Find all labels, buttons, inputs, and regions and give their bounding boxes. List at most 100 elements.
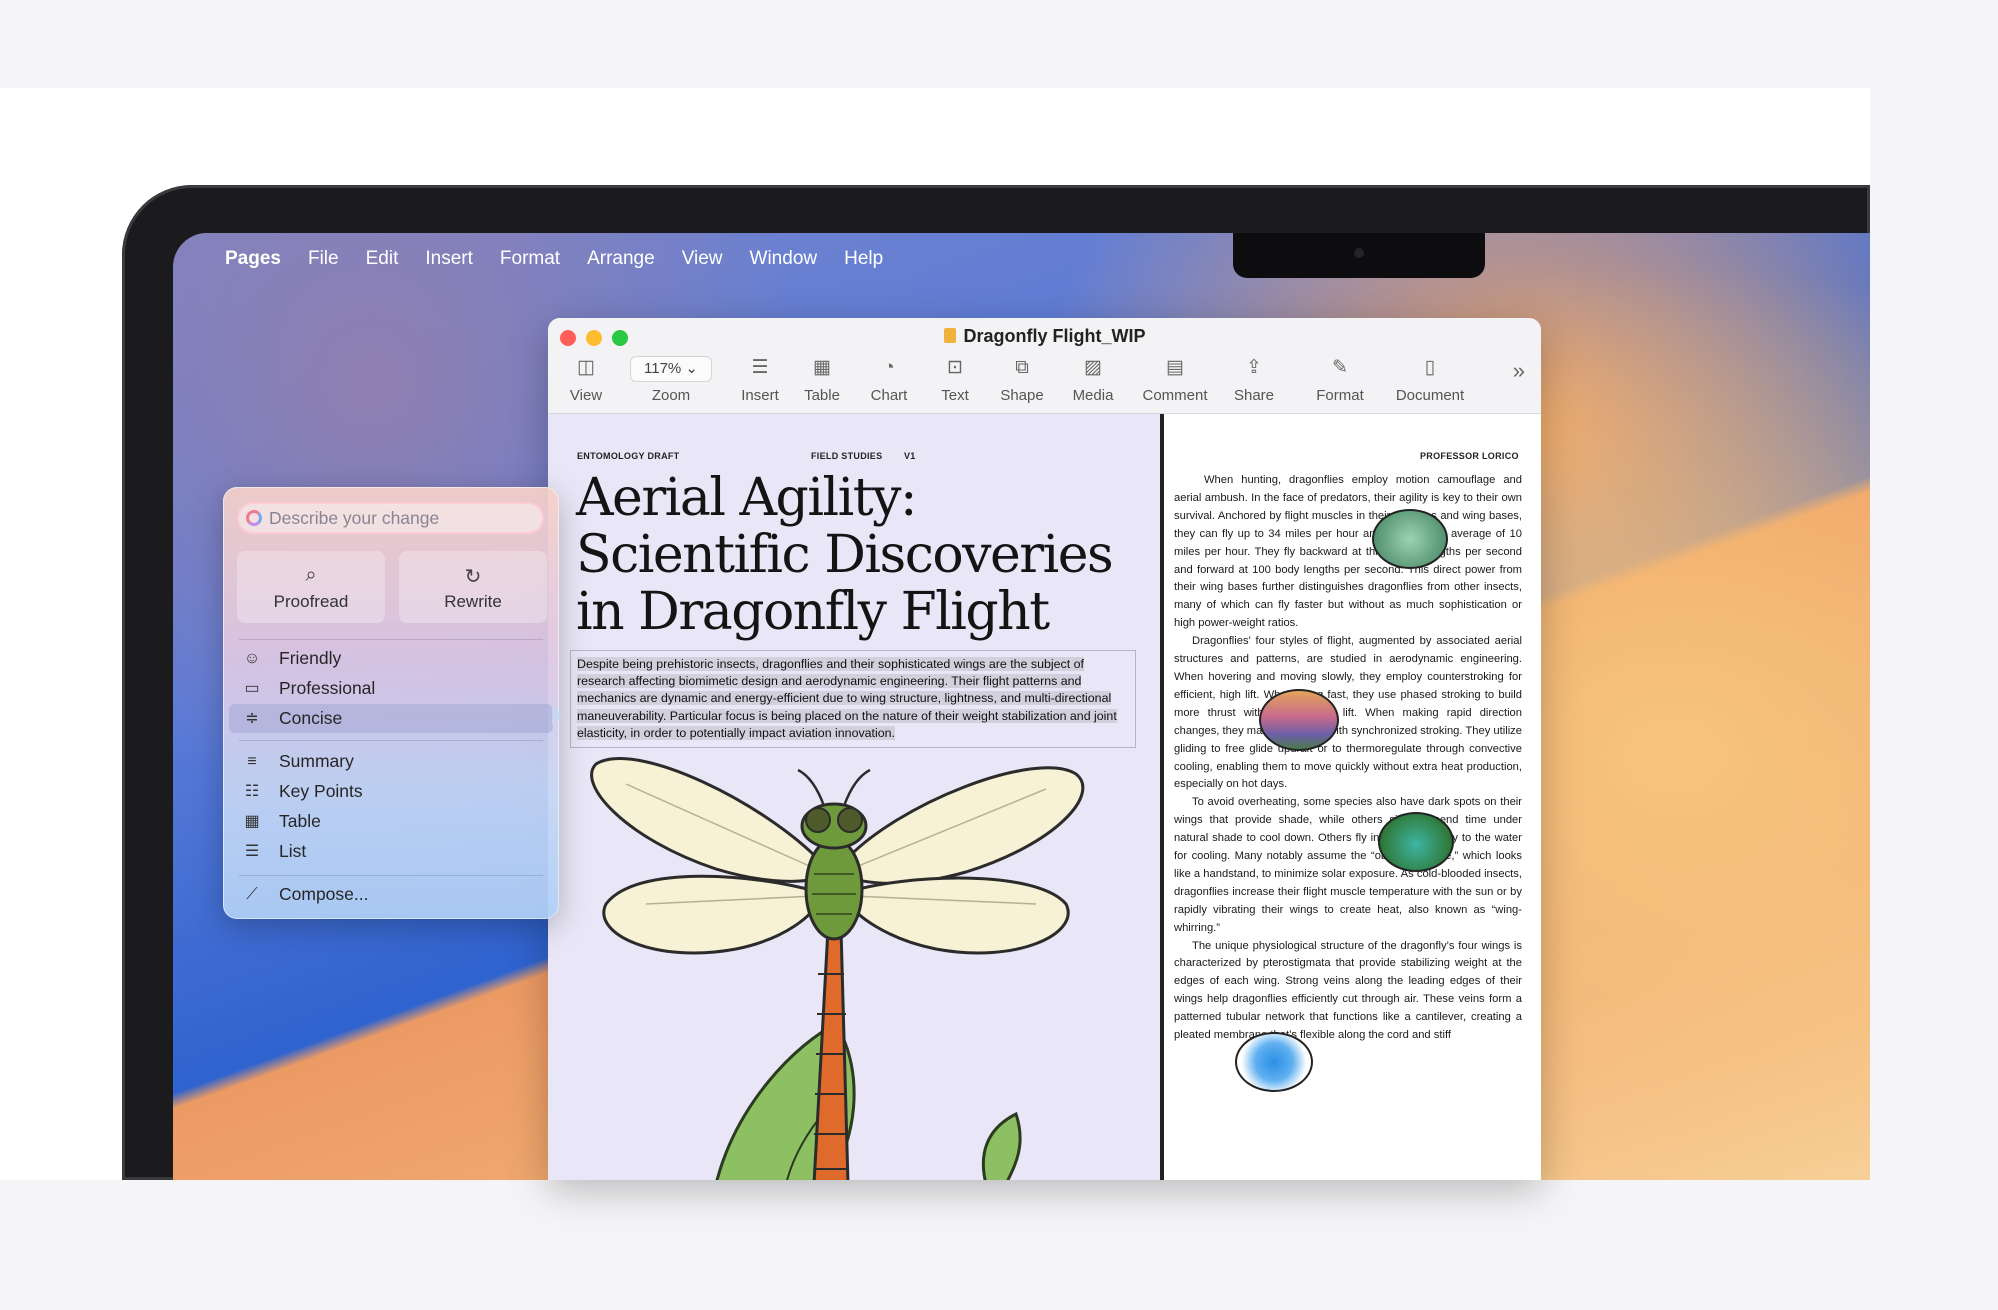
zoom-control[interactable]: 117% ⌄ Zoom (628, 354, 714, 404)
menu-pages[interactable]: Pages (225, 248, 281, 270)
header-entomology: ENTOMOLOGY DRAFT (577, 451, 680, 461)
share-button[interactable]: ⇪ Share (1230, 354, 1278, 404)
text-label: Text (941, 387, 969, 404)
shape-label: Shape (1000, 387, 1044, 404)
insert-label: Insert (741, 387, 779, 404)
smiley-icon: ☺ (243, 650, 261, 667)
menu-help[interactable]: Help (844, 248, 883, 270)
magnifier-icon: ⌕ (305, 564, 317, 586)
rewrite-label: Rewrite (444, 592, 502, 611)
selected-intro-text[interactable]: Despite being prehistoric insects, drago… (570, 650, 1136, 749)
sunset-bubble[interactable] (1259, 689, 1339, 751)
briefcase-icon: ▭ (244, 680, 260, 697)
divider (239, 639, 543, 640)
zoom-select[interactable]: 117% ⌄ (630, 356, 712, 382)
paragraph: The unique physiological structure of th… (1174, 939, 1522, 1042)
pencil-icon: ⟋ (246, 886, 258, 903)
menu-edit[interactable]: Edit (366, 248, 399, 270)
comment-icon: ▤ (1166, 357, 1184, 378)
writing-tools-panel: Describe your change ⌕ Proofread ↻ Rewrite… (223, 487, 559, 919)
top-background (0, 0, 1998, 88)
intro-text: Despite being prehistoric insects, drago… (577, 657, 1117, 740)
table-icon: ▦ (244, 813, 260, 830)
menu-view[interactable]: View (682, 248, 723, 270)
header-version: V1 (904, 451, 916, 461)
zoom-label: Zoom (651, 387, 691, 404)
key-points-label: Key Points (279, 781, 363, 801)
document-title-text: Dragonfly Flight_WIP (963, 326, 1146, 346)
text-button[interactable]: ⊡ Text (933, 354, 977, 404)
friendly-option[interactable]: ☺ Friendly (229, 644, 553, 673)
divider (239, 875, 543, 876)
table-icon: ▦ (813, 357, 831, 378)
document-title: Dragonfly Flight_WIP (548, 326, 1541, 347)
rewrite-button[interactable]: ↻ Rewrite (399, 551, 547, 623)
dragonfly-illustration (590, 757, 1085, 1180)
butterfly-bubble[interactable] (1235, 1032, 1313, 1092)
shape-icon: ⧉ (1015, 357, 1029, 378)
apple-intelligence-icon (246, 510, 262, 526)
comment-label: Comment (1142, 387, 1208, 404)
media-button[interactable]: ▨ Media (1067, 354, 1119, 404)
insert-icon: ☰ (751, 357, 769, 378)
pages-window: Dragonfly Flight_WIP ◫ View 117% ⌄ Zoom ☰ I… (548, 318, 1541, 1180)
professional-option[interactable]: ▭ Professional (229, 674, 553, 703)
proofread-label: Proofread (273, 592, 349, 611)
proofread-button[interactable]: ⌕ Proofread (237, 551, 385, 623)
menu-format[interactable]: Format (500, 248, 560, 270)
rewrite-icon: ↻ (464, 566, 482, 588)
describe-change-input[interactable]: Describe your change (237, 502, 544, 534)
headline[interactable]: Aerial Agility: Scientific Discoveries i… (576, 470, 1136, 641)
table-label: Table (804, 387, 840, 404)
paragraph: When hunting, dragonflies employ motion … (1174, 474, 1522, 630)
menu-file[interactable]: File (308, 248, 339, 270)
compose-label: Compose... (279, 884, 369, 904)
text-box-icon: ⊡ (947, 357, 963, 378)
summary-option[interactable]: ≡ Summary (229, 747, 553, 776)
left-page[interactable]: ENTOMOLOGY DRAFT FIELD STUDIES V1 Aerial… (548, 414, 1160, 1180)
describe-change-placeholder: Describe your change (269, 508, 440, 528)
share-icon: ⇪ (1246, 357, 1262, 378)
shape-button[interactable]: ⧉ Shape (996, 354, 1048, 404)
beetle-bubble[interactable] (1378, 812, 1454, 872)
body-text[interactable]: When hunting, dragonflies employ motion … (1174, 472, 1522, 1045)
menu-window[interactable]: Window (750, 248, 818, 270)
header-field-studies: FIELD STUDIES (811, 451, 883, 461)
share-label: Share (1233, 387, 1275, 404)
toolbar-overflow-icon[interactable]: » (1513, 358, 1525, 384)
document-button[interactable]: ▯ Document (1391, 354, 1469, 404)
summary-icon: ≡ (247, 753, 257, 770)
professional-label: Professional (279, 678, 376, 698)
header-professor: PROFESSOR LORICO (1420, 451, 1519, 461)
panel-pointer (552, 705, 562, 725)
comment-button[interactable]: ▤ Comment (1137, 354, 1213, 404)
key-points-option[interactable]: ☷ Key Points (229, 777, 553, 806)
view-button[interactable]: ◫ View (564, 354, 608, 404)
sidebar-icon: ◫ (577, 357, 595, 378)
right-page[interactable]: PROFESSOR LORICO When hunting, dragonfli… (1164, 414, 1541, 1180)
menu-insert[interactable]: Insert (425, 248, 473, 270)
menu-arrange[interactable]: Arrange (587, 248, 655, 270)
list-option[interactable]: ☰ List (229, 837, 553, 866)
summary-label: Summary (279, 751, 354, 771)
table-label: Table (279, 811, 321, 831)
bullet-list-icon: ☷ (244, 783, 260, 800)
friendly-label: Friendly (279, 648, 342, 668)
paragraph: To avoid overheating, some species also … (1174, 796, 1522, 934)
format-label: Format (1316, 387, 1364, 404)
chart-icon: ◔ (883, 357, 895, 378)
dragonfly-photo-bubble[interactable] (1372, 509, 1448, 569)
table-button[interactable]: ▦ Table (799, 354, 845, 404)
media-icon: ▨ (1084, 357, 1102, 378)
compose-option[interactable]: ⟋ Compose... (229, 880, 553, 909)
concise-option[interactable]: ≑ Concise (229, 704, 553, 733)
concise-icon: ≑ (245, 710, 259, 727)
format-button[interactable]: ✎ Format (1311, 354, 1369, 404)
table-option[interactable]: ▦ Table (229, 807, 553, 836)
insert-button[interactable]: ☰ Insert (732, 354, 788, 404)
bottom-background (0, 1180, 1998, 1310)
pages-doc-icon (943, 328, 956, 343)
toolbar: ◫ View 117% ⌄ Zoom ☰ Insert ▦ Table ◔ Chart ⊡… (548, 354, 1541, 412)
paintbrush-icon: ✎ (1332, 357, 1348, 378)
chart-button[interactable]: ◔ Chart (866, 354, 912, 404)
